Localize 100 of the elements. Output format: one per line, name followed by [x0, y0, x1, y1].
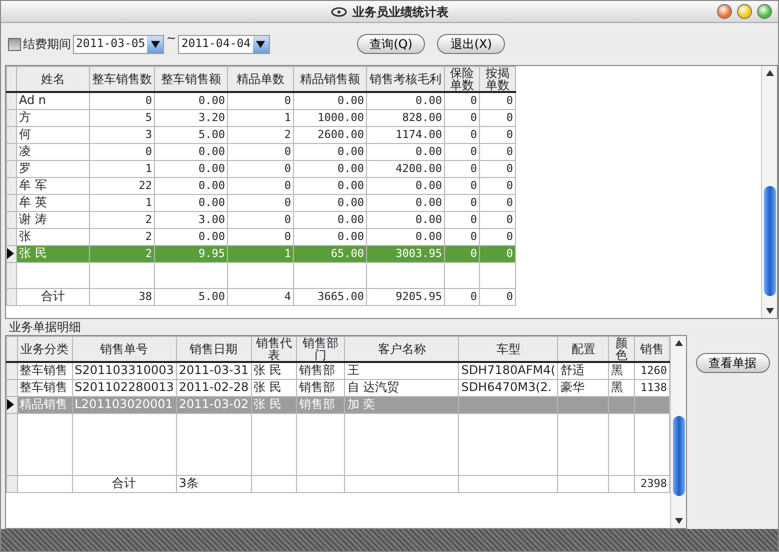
table-cell: 0 [480, 177, 516, 194]
scrollbar-thumb[interactable] [764, 186, 776, 296]
table-cell: 2 [90, 245, 154, 262]
table-cell: 0 [480, 245, 516, 262]
table-cell: 0 [444, 194, 480, 211]
table-cell: 0 [444, 92, 480, 109]
table-row[interactable]: 牟 英 1 0.00 0 0.00 0.00 0 0 [6, 194, 516, 211]
date-separator: ~ [166, 30, 176, 47]
table-cell: 0 [444, 211, 480, 228]
table-row[interactable]: 整车销售 S201103310003 2011-03-31 张 民 销售部 王 SDH7180AFM4( 舒适 黑 1260 [6, 362, 670, 379]
table-cell: 65.00 [294, 245, 366, 262]
column-header[interactable]: 销售单号 [72, 336, 176, 362]
table-cell: 0 [228, 143, 294, 160]
table-cell: 0.00 [294, 211, 366, 228]
table-cell: 0.00 [154, 92, 228, 109]
table-cell: 凌 [16, 143, 90, 160]
scroll-up-icon[interactable] [674, 340, 682, 346]
table-cell: 整车销售 [17, 379, 72, 396]
table-row[interactable]: 罗 1 0.00 0 0.00 4200.00 0 0 [6, 160, 516, 177]
query-button[interactable]: 查询(Q) [356, 34, 426, 54]
table-cell: 加 奕 [344, 396, 459, 413]
table-cell: 828.00 [366, 109, 444, 126]
column-header[interactable]: 配置 [558, 336, 609, 362]
table-cell: 3 [90, 126, 154, 143]
column-header[interactable]: 销售 [634, 336, 670, 362]
table-cell: 0.00 [366, 228, 444, 245]
table-row[interactable]: 张 2 0.00 0 0.00 0.00 0 0 [6, 228, 516, 245]
table-cell: 0 [228, 211, 294, 228]
period-checkbox[interactable] [8, 38, 21, 50]
table-cell: 0.00 [154, 177, 228, 194]
column-header[interactable]: 姓名 [16, 66, 90, 92]
table-cell: 舒适 [558, 362, 609, 379]
view-document-button[interactable]: 查看单据 [696, 353, 770, 373]
column-header[interactable]: 整车销售数 [90, 66, 154, 92]
column-header[interactable]: 业务分类 [17, 336, 72, 362]
date-from-field[interactable]: 2011-03-05 [73, 34, 164, 54]
table-cell: 3.00 [154, 211, 228, 228]
table-row[interactable]: 谢 涛 2 3.00 0 0.00 0.00 0 0 [6, 211, 516, 228]
row-pointer-icon [8, 248, 14, 260]
table-cell: 0 [480, 143, 516, 160]
scroll-down-icon[interactable] [674, 518, 682, 524]
exit-button[interactable]: 退出(X) [437, 34, 505, 54]
table-cell: 1174.00 [366, 126, 444, 143]
table-cell: 2011-03-31 [176, 362, 252, 379]
table-row[interactable]: Ad n 0 0.00 0 0.00 0.00 0 0 [6, 92, 516, 109]
table-cell: 0 [480, 228, 516, 245]
table-row[interactable]: 何 3 5.00 2 2600.00 1174.00 0 0 [6, 126, 516, 143]
column-header[interactable]: 车型 [458, 336, 558, 362]
column-header[interactable]: 销售考核毛利 [366, 66, 444, 92]
column-header[interactable]: 客户名称 [344, 336, 459, 362]
column-header[interactable]: 整车销售额 [154, 66, 228, 92]
table-cell: 0 [444, 177, 480, 194]
table-row[interactable]: 方 5 3.20 1 1000.00 828.00 0 0 [6, 109, 516, 126]
table-row[interactable]: 整车销售 S201102280013 2011-02-28 张 民 销售部 自 达汽贸 SDH6470M3(2. 豪华 黑 1138 [6, 379, 670, 396]
table-cell: 1 [228, 109, 294, 126]
table-row[interactable]: 凌 0 0.00 0 0.00 0.00 0 0 [6, 143, 516, 160]
table-cell: 3003.95 [366, 245, 444, 262]
table-cell: 5 [90, 109, 154, 126]
close-button[interactable] [717, 4, 732, 19]
table-cell: Ad n [16, 92, 90, 109]
column-header[interactable]: 精品单数 [228, 66, 294, 92]
table-cell: 自 达汽贸 [344, 379, 459, 396]
table-cell: 0.00 [294, 177, 366, 194]
table-cell: 0 [90, 143, 154, 160]
scrollbar-thumb[interactable] [672, 416, 684, 496]
table-cell: 0.00 [294, 143, 366, 160]
minimize-button[interactable] [737, 4, 752, 19]
column-header[interactable]: 销售代表 [251, 336, 297, 362]
table-cell: 张 民 [251, 362, 297, 379]
table-cell: 精品销售 [17, 396, 72, 413]
section-title: 业务单据明细 [8, 319, 82, 335]
maximize-button[interactable] [757, 4, 772, 19]
table-cell: 牟 英 [16, 194, 90, 211]
total-cell: 9205.95 [366, 288, 444, 305]
column-header[interactable]: 销售日期 [176, 336, 252, 362]
scroll-up-icon[interactable] [766, 70, 774, 76]
table-cell: 张 民 [251, 396, 297, 413]
column-header[interactable]: 精品销售额 [294, 66, 366, 92]
scroll-down-icon[interactable] [766, 308, 774, 314]
table-cell: 2011-03-02 [176, 396, 252, 413]
table-cell: 销售部 [296, 362, 345, 379]
table-cell: 1 [90, 160, 154, 177]
table-cell: 方 [16, 109, 90, 126]
table-cell: 黑 [608, 379, 634, 396]
table-cell: 王 [344, 362, 459, 379]
table-cell: 2 [228, 126, 294, 143]
dropdown-arrow-icon [150, 40, 160, 48]
table-cell: 销售部 [296, 379, 345, 396]
scrollbar[interactable] [670, 336, 686, 528]
table-cell: S201102280013 [72, 379, 176, 396]
date-to-field[interactable]: 2011-04-04 [178, 34, 270, 54]
table-cell: SDH6470M3(2. [458, 379, 558, 396]
total-cell: 3条 [176, 475, 252, 492]
table-cell: 0.00 [366, 194, 444, 211]
table-cell: 0 [444, 109, 480, 126]
table-cell: 何 [16, 126, 90, 143]
scrollbar[interactable] [761, 66, 777, 318]
table-cell: 0.00 [154, 228, 228, 245]
table-row[interactable]: 牟 军 22 0.00 0 0.00 0.00 0 0 [6, 177, 516, 194]
table-cell: 张 [16, 228, 90, 245]
